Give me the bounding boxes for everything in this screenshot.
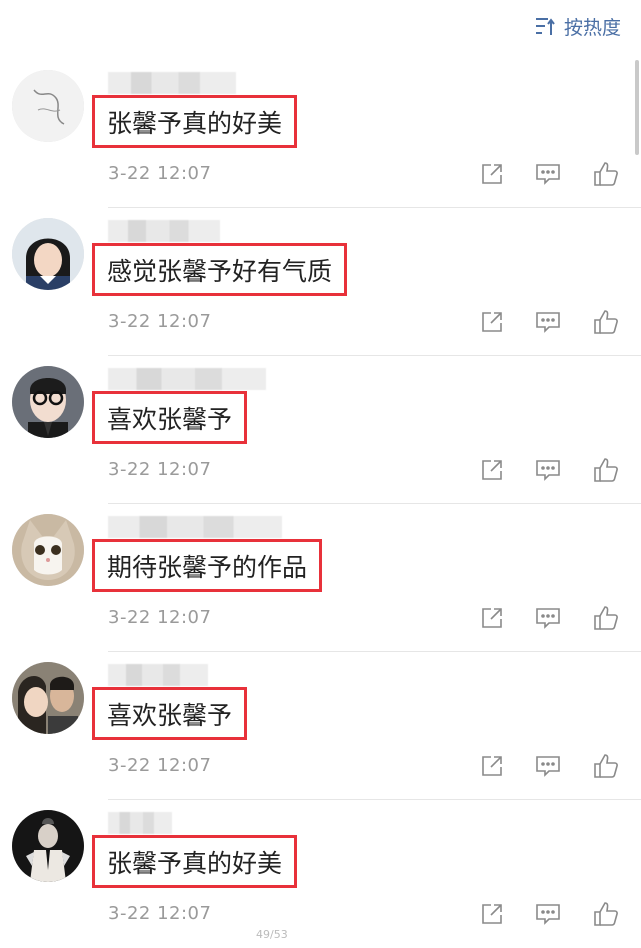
comment-text: 张馨予真的好美	[92, 835, 298, 888]
thumbs-up-icon	[594, 162, 618, 186]
thumbs-up-icon	[594, 606, 618, 630]
share-icon	[482, 608, 502, 628]
username-blurred[interactable]	[108, 812, 172, 834]
like-button[interactable]	[590, 602, 622, 634]
avatar[interactable]	[12, 662, 84, 734]
like-button[interactable]	[590, 454, 622, 486]
share-icon	[482, 756, 502, 776]
thumbs-up-icon	[594, 458, 618, 482]
comment-text: 张馨予真的好美	[92, 95, 298, 148]
reply-button[interactable]	[532, 898, 564, 930]
reply-button[interactable]	[532, 454, 564, 486]
share-icon	[482, 904, 502, 924]
username-blurred[interactable]	[108, 368, 266, 390]
sort-icon	[534, 15, 556, 37]
share-button[interactable]	[476, 602, 508, 634]
page-indicator: 49/53	[256, 928, 288, 941]
thumbs-up-icon	[594, 754, 618, 778]
comment-icon	[536, 608, 560, 629]
comment-item: 张馨予真的好美 3-22 12:07	[0, 60, 641, 208]
avatar[interactable]	[12, 218, 84, 290]
comment-icon	[536, 756, 560, 777]
comment-time: 3-22 12:07	[108, 163, 212, 184]
reply-button[interactable]	[532, 750, 564, 782]
reply-button[interactable]	[532, 306, 564, 338]
comment-item: 张馨予真的好美 3-22 12:07	[0, 800, 641, 948]
like-button[interactable]	[590, 750, 622, 782]
share-icon	[482, 312, 502, 332]
comment-time: 3-22 12:07	[108, 459, 212, 480]
share-button[interactable]	[476, 306, 508, 338]
share-button[interactable]	[476, 898, 508, 930]
sort-by-hot-button[interactable]: 按热度	[534, 12, 621, 40]
comment-time: 3-22 12:07	[108, 755, 212, 776]
like-button[interactable]	[590, 306, 622, 338]
avatar[interactable]	[12, 366, 84, 438]
reply-button[interactable]	[532, 158, 564, 190]
comment-text: 喜欢张馨予	[92, 687, 248, 740]
comment-icon	[536, 164, 560, 185]
share-icon	[482, 164, 502, 184]
username-blurred[interactable]	[108, 664, 208, 686]
thumbs-up-icon	[594, 310, 618, 334]
like-button[interactable]	[590, 898, 622, 930]
comment-time: 3-22 12:07	[108, 903, 212, 924]
share-icon	[482, 460, 502, 480]
sort-label: 按热度	[563, 16, 621, 39]
share-button[interactable]	[476, 750, 508, 782]
avatar[interactable]	[12, 810, 84, 882]
comment-item: 感觉张馨予好有气质 3-22 12:07	[0, 208, 641, 356]
comment-list: 张馨予真的好美 3-22 12:07 感觉张馨予好有气质 3-22 12:07	[0, 60, 641, 948]
comment-time: 3-22 12:07	[108, 607, 212, 628]
comment-icon	[536, 312, 560, 333]
comment-item: 期待张馨予的作品 3-22 12:07	[0, 504, 641, 652]
comment-item: 喜欢张馨予 3-22 12:07	[0, 652, 641, 800]
comment-text: 感觉张馨予好有气质	[92, 243, 348, 296]
comment-text: 喜欢张馨予	[92, 391, 248, 444]
username-blurred[interactable]	[108, 516, 282, 538]
share-button[interactable]	[476, 158, 508, 190]
username-blurred[interactable]	[108, 220, 220, 242]
thumbs-up-icon	[594, 902, 618, 926]
comment-time: 3-22 12:07	[108, 311, 212, 332]
share-button[interactable]	[476, 454, 508, 486]
reply-button[interactable]	[532, 602, 564, 634]
comment-item: 喜欢张馨予 3-22 12:07	[0, 356, 641, 504]
like-button[interactable]	[590, 158, 622, 190]
comment-text: 期待张馨予的作品	[92, 539, 323, 592]
comment-icon	[536, 904, 560, 925]
comment-icon	[536, 460, 560, 481]
avatar[interactable]	[12, 70, 84, 142]
username-blurred[interactable]	[108, 72, 236, 94]
avatar[interactable]	[12, 514, 84, 586]
